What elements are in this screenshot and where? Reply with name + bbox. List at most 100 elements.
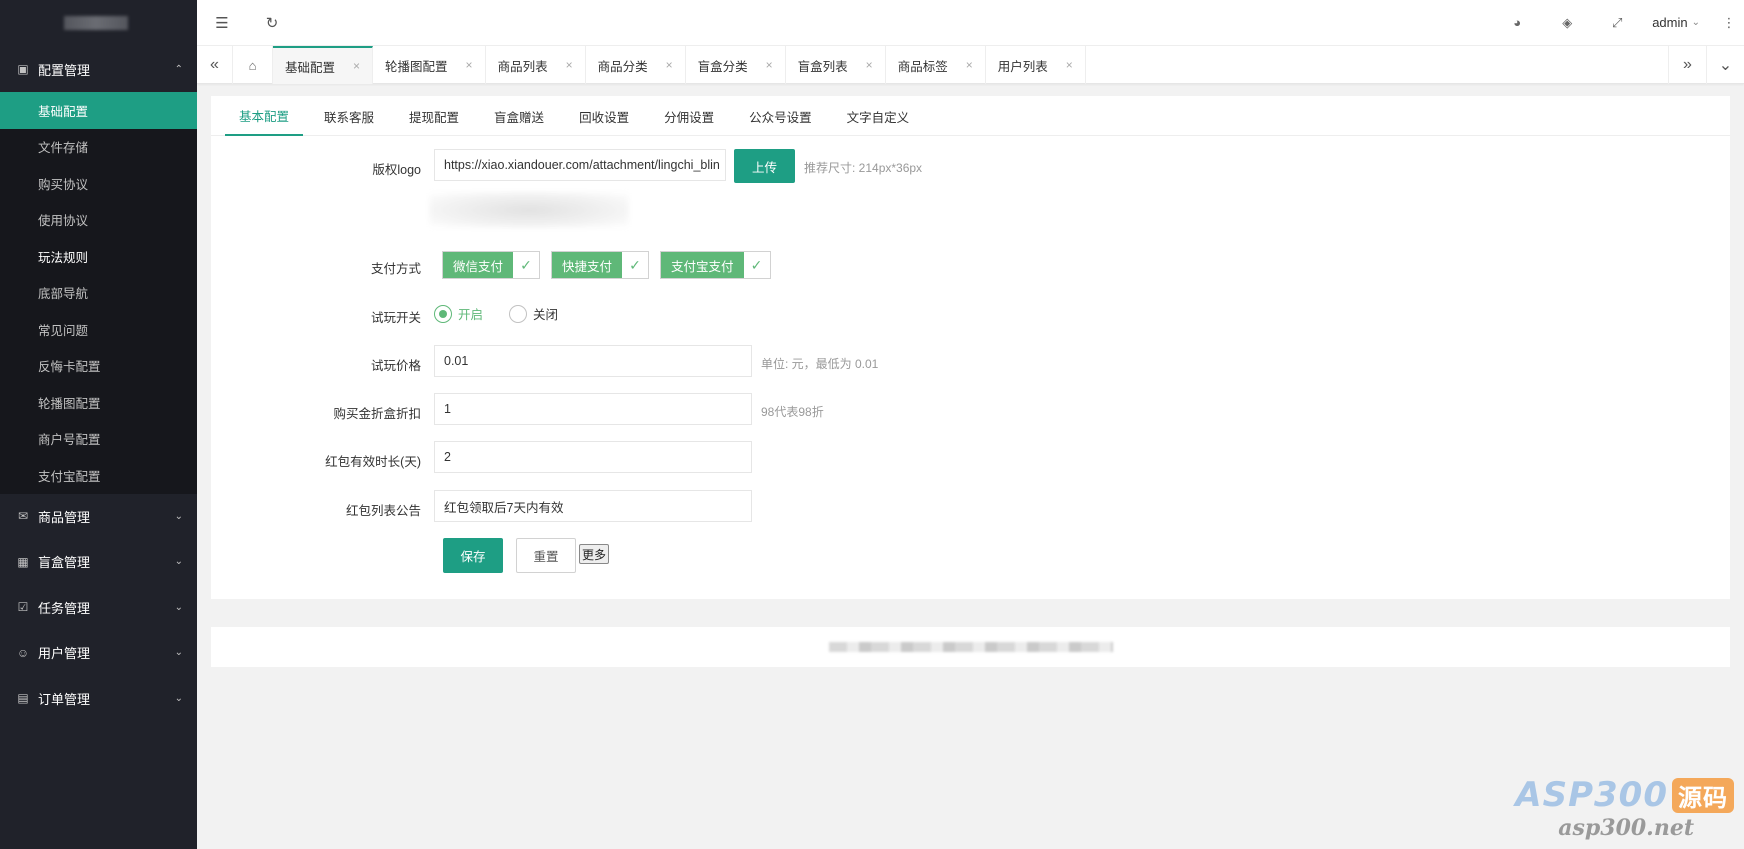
close-icon[interactable]: × <box>766 58 773 72</box>
checkbox-label: 支付宝支付 <box>661 252 744 278</box>
payment-label: 支付方式 <box>370 262 421 276</box>
redpack-notice-input[interactable]: 红包领取后7天内有效 <box>434 490 752 522</box>
tab-goods-category[interactable]: 商品分类 × <box>586 46 686 84</box>
tabs-dropdown-icon[interactable]: ⌄ <box>1706 46 1744 84</box>
tab-label: 盲盒列表 <box>797 59 848 74</box>
watermark-url: asp300.net <box>1558 815 1694 841</box>
close-icon[interactable]: × <box>666 58 673 72</box>
subtab-contact[interactable]: 联系客服 <box>310 96 388 136</box>
logo-url-field[interactable]: https://xiao.xiandouer.com/attachment/li… <box>434 149 726 181</box>
subtab-custom-text[interactable]: 文字自定义 <box>833 96 924 136</box>
trial-price-hint: 单位: 元，最低为 0.01 <box>761 357 879 371</box>
menu-head-task[interactable]: ☑ 任务管理 ⌄ <box>0 585 197 631</box>
tabs-scroll-right-icon[interactable]: » <box>1668 46 1706 84</box>
subtab-official-account[interactable]: 公众号设置 <box>735 96 826 136</box>
close-icon[interactable]: × <box>1066 58 1073 72</box>
tab-blindbox-list[interactable]: 盲盒列表 × <box>786 46 886 84</box>
user-menu[interactable]: admin ⌄ <box>1642 15 1714 30</box>
config-card: 基本配置 联系客服 提现配置 盲盒赠送 回收设置 分佣设置 公众号设置 文字自定… <box>211 96 1730 599</box>
sidebar-item-game-rules[interactable]: 玩法规则 <box>0 238 197 275</box>
theme-icon[interactable]: ◕ <box>1492 0 1542 46</box>
watermark-brand: ASP300 源码 <box>1515 775 1734 815</box>
save-button[interactable]: 保存 <box>443 538 503 573</box>
logo-preview-image <box>429 192 629 228</box>
chevron-down-icon: ⌄ <box>174 692 183 704</box>
tabs-right-controls: » ⌄ <box>1668 46 1744 84</box>
sidebar-item-bottom-nav[interactable]: 底部导航 <box>0 275 197 312</box>
trial-off-radio[interactable]: 关闭 <box>509 304 558 323</box>
menu-head-config[interactable]: ▣ 配置管理 ⌃ <box>0 46 197 92</box>
tab-label: 商品标签 <box>897 59 948 74</box>
chevron-down-icon: ⌄ <box>1691 17 1700 28</box>
tab-user-list[interactable]: 用户列表 × <box>986 46 1086 84</box>
sidebar: ▣ 配置管理 ⌃ 基础配置 文件存储 购买协议 使用协议 玩法规则 底部导航 常… <box>0 0 197 849</box>
sidebar-item-purchase-agreement[interactable]: 购买协议 <box>0 165 197 202</box>
sidebar-item-alipay-config[interactable]: 支付宝配置 <box>0 457 197 494</box>
menu-toggle-icon[interactable]: ☰ <box>197 0 247 46</box>
sidebar-item-usage-agreement[interactable]: 使用协议 <box>0 202 197 239</box>
menu-head-order[interactable]: ▤ 订单管理 ⌄ <box>0 676 197 722</box>
upload-button[interactable]: 上传 <box>734 149 795 183</box>
checkbox-label: 微信支付 <box>443 252 514 278</box>
redpack-notice-label: 红包列表公告 <box>345 504 421 518</box>
menu-head-label: 配置管理 <box>38 62 91 78</box>
discount-input[interactable]: 1 <box>434 393 752 425</box>
chevron-down-icon: ⌄ <box>174 510 183 522</box>
home-icon[interactable]: ⌂ <box>233 46 273 84</box>
subtab-basic[interactable]: 基本配置 <box>225 96 304 136</box>
tab-carousel-config[interactable]: 轮播图配置 × <box>373 46 486 84</box>
chevron-down-icon: ⌄ <box>174 647 183 659</box>
payment-alipay-checkbox[interactable]: 支付宝支付 ✓ <box>660 251 771 279</box>
subtab-blindbox-gift[interactable]: 盲盒赠送 <box>480 96 558 136</box>
tabs-scroll-left-icon[interactable]: « <box>197 46 233 84</box>
subtab-commission[interactable]: 分佣设置 <box>650 96 728 136</box>
menu-head-goods[interactable]: ✉ 商品管理 ⌄ <box>0 494 197 540</box>
sidebar-item-merchant-config[interactable]: 商户号配置 <box>0 421 197 458</box>
reset-button[interactable]: 重置 <box>516 538 576 573</box>
sidebar-item-regret-card[interactable]: 反悔卡配置 <box>0 348 197 385</box>
page-tabs: « ⌂ 基础配置 × 轮播图配置 × 商品列表 × 商品分类 × 盲盒分类 × … <box>197 46 1744 84</box>
sidebar-item-faq[interactable]: 常见问题 <box>0 311 197 348</box>
menu-head-blindbox[interactable]: ▦ 盲盒管理 ⌄ <box>0 539 197 585</box>
more-button[interactable]: 更多 <box>579 544 609 564</box>
close-icon[interactable]: × <box>966 58 973 72</box>
subtab-recycle[interactable]: 回收设置 <box>565 96 643 136</box>
trial-on-radio[interactable]: 开启 <box>434 304 483 323</box>
menu-head-user[interactable]: ☺ 用户管理 ⌄ <box>0 630 197 676</box>
discount-label: 购买金折盒折扣 <box>333 407 421 421</box>
chevron-down-icon: ⌄ <box>174 556 183 568</box>
redpack-days-input[interactable]: 2 <box>434 441 752 473</box>
sidebar-item-carousel-config[interactable]: 轮播图配置 <box>0 384 197 421</box>
close-icon[interactable]: × <box>353 59 360 73</box>
fullscreen-icon[interactable]: ⤢ <box>1592 0 1642 46</box>
check-icon: ✓ <box>513 252 540 278</box>
user-icon: ☺ <box>16 645 30 660</box>
watermark: ASP300 源码 asp300.net <box>1515 775 1734 841</box>
tag-icon[interactable]: ◈ <box>1542 0 1592 46</box>
app-logo <box>0 0 197 46</box>
close-icon[interactable]: × <box>866 58 873 72</box>
sidebar-item-basic-config[interactable]: 基础配置 <box>0 92 197 129</box>
chevron-up-icon: ⌃ <box>174 63 183 75</box>
payment-quick-checkbox[interactable]: 快捷支付 ✓ <box>551 251 650 279</box>
tab-label: 商品列表 <box>497 59 548 74</box>
gift-icon: ▦ <box>17 554 29 569</box>
sidebar-item-file-storage[interactable]: 文件存储 <box>0 129 197 166</box>
tab-label: 基础配置 <box>285 60 336 75</box>
more-vertical-icon[interactable]: ⋮ <box>1714 15 1744 31</box>
refresh-icon[interactable]: ↻ <box>247 0 297 46</box>
radio-label: 开启 <box>458 308 484 322</box>
subtab-withdraw[interactable]: 提现配置 <box>395 96 473 136</box>
redpack-days-label: 红包有效时长(天) <box>325 455 421 469</box>
logo-label: 版权logo <box>372 163 421 177</box>
trial-switch-label: 试玩开关 <box>370 311 421 325</box>
trial-price-input[interactable]: 0.01 <box>434 345 752 377</box>
check-icon: ✓ <box>743 252 770 278</box>
payment-wechat-checkbox[interactable]: 微信支付 ✓ <box>442 251 541 279</box>
close-icon[interactable]: × <box>466 58 473 72</box>
tab-blindbox-category[interactable]: 盲盒分类 × <box>686 46 786 84</box>
tab-goods-tags[interactable]: 商品标签 × <box>886 46 986 84</box>
close-icon[interactable]: × <box>566 58 573 72</box>
tab-goods-list[interactable]: 商品列表 × <box>486 46 586 84</box>
tab-basic-config[interactable]: 基础配置 × <box>273 46 374 84</box>
